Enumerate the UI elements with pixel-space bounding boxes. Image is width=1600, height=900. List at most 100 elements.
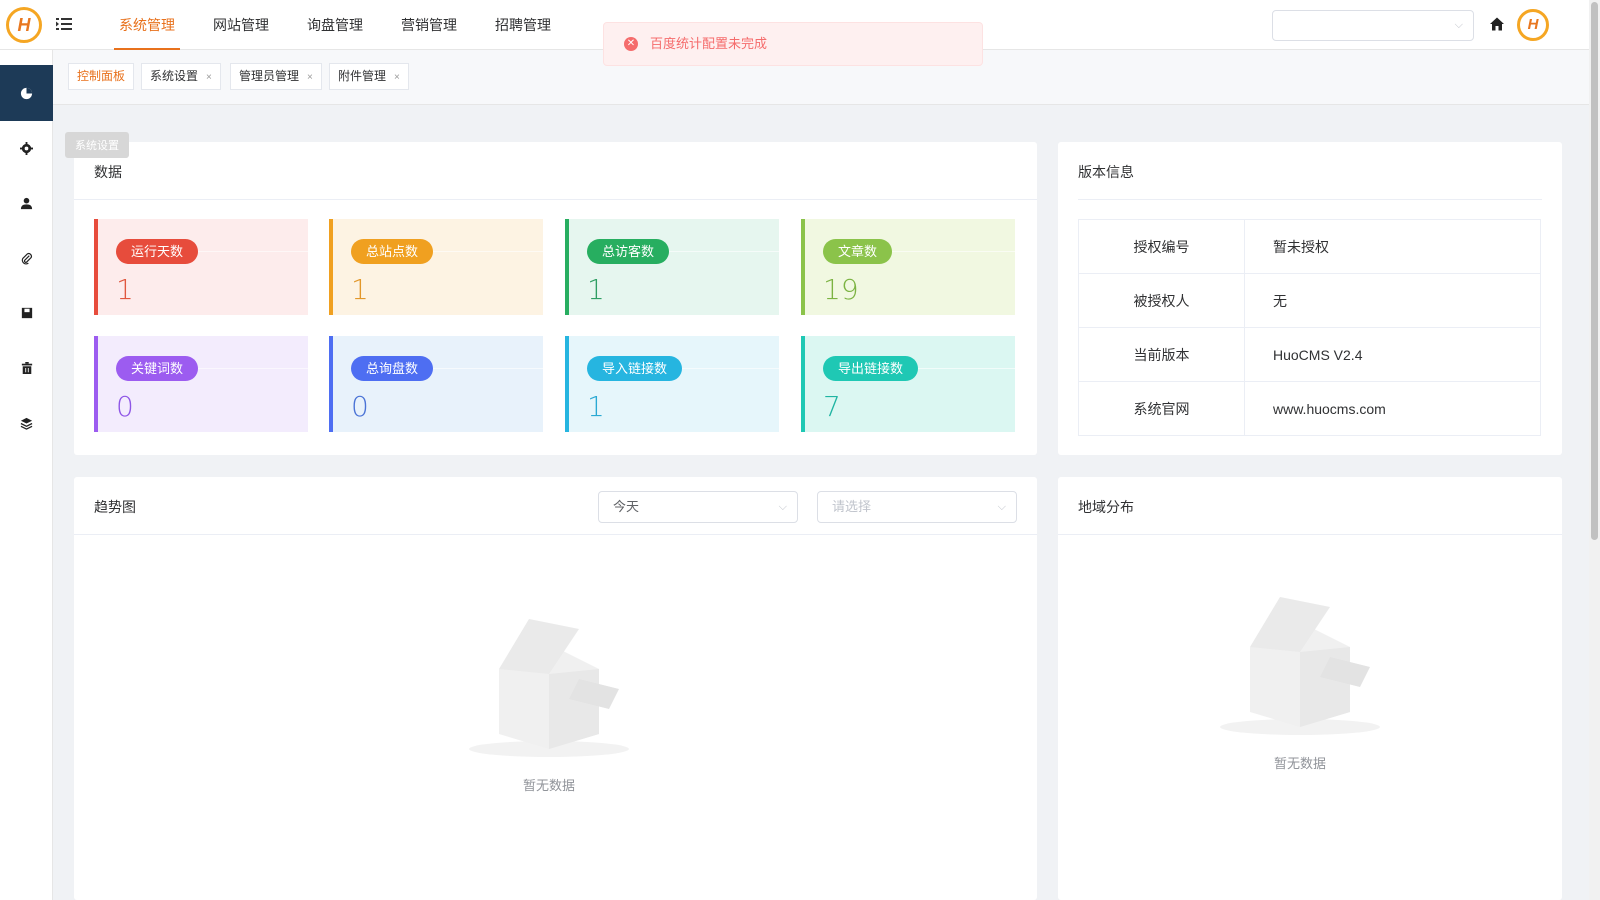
sidebar-item-modules[interactable]	[0, 395, 53, 451]
version-value: HuoCMS V2.4	[1244, 327, 1541, 382]
stat-label: 导入链接数	[587, 356, 683, 381]
sidebar-tooltip: 系统设置	[65, 132, 129, 158]
chevron-down-icon: ⌵	[1454, 19, 1463, 31]
version-value: 无	[1244, 273, 1541, 328]
divider	[1078, 199, 1542, 200]
scrollbar[interactable]	[1589, 0, 1600, 900]
tab-tag[interactable]: 控制面板	[68, 63, 135, 90]
stat-label: 总询盘数	[351, 356, 434, 381]
home-icon[interactable]	[1489, 16, 1505, 32]
chevron-down-icon: ⌵	[997, 501, 1006, 513]
table-row: 授权编号 暂未授权	[1078, 219, 1541, 274]
nav-item[interactable]: 系统管理	[100, 0, 194, 50]
period-select-value: 今天	[613, 499, 640, 514]
version-key: 授权编号	[1078, 219, 1245, 274]
version-panel-title: 版本信息	[1078, 164, 1134, 180]
stat-value: 0	[351, 390, 369, 423]
version-table: 授权编号 暂未授权 被授权人无当前版本 HuoCMS V2.4 系统官网 www.huoc…	[1078, 219, 1541, 436]
stat-value: 1	[587, 390, 605, 423]
tab-tag-label: 控制面板	[77, 69, 126, 83]
version-key: 当前版本	[1078, 327, 1245, 382]
tab-tag[interactable]: 附件管理 ×	[329, 63, 409, 90]
top-nav: 系统管理 网站管理 询盘管理 营销管理 招聘管理	[100, 0, 570, 50]
stat-label: 总站点数	[351, 239, 434, 264]
sidebar-item-backup[interactable]	[0, 285, 53, 341]
logo[interactable]: H	[6, 7, 42, 43]
version-key: 系统官网	[1078, 381, 1245, 436]
trash-icon	[21, 362, 32, 374]
nav-item[interactable]: 招聘管理	[476, 0, 570, 50]
close-icon[interactable]: ×	[307, 72, 313, 83]
tab-tag-label: 系统设置	[150, 69, 199, 83]
tab-tag[interactable]: 系统设置 ×	[141, 63, 221, 90]
sidebar-item-settings[interactable]	[0, 120, 53, 176]
tab-tag[interactable]: 管理员管理 ×	[230, 63, 322, 90]
stat-value: 1	[351, 273, 369, 306]
stat-value: 1	[116, 273, 134, 306]
tab-tag-label: 管理员管理	[239, 69, 300, 83]
stat-card: 文章数 19	[801, 219, 1015, 315]
paperclip-icon	[21, 252, 33, 264]
divider	[74, 534, 1037, 535]
period-select[interactable]: 今天 ⌵	[598, 491, 798, 523]
stat-card: 关键词数 0	[94, 336, 308, 432]
version-value: 暂未授权	[1244, 219, 1541, 274]
stat-label: 运行天数	[116, 239, 199, 264]
version-panel: 版本信息 授权编号 暂未授权 被授权人无当前版本 HuoCMS V2.4 系统官网 www…	[1058, 142, 1562, 455]
toast-message: 百度统计配置未完成	[650, 36, 768, 51]
sidebar-item-attachments[interactable]	[0, 230, 53, 286]
version-value: www.huocms.com	[1244, 381, 1541, 436]
table-row: 被授权人无	[1078, 273, 1541, 328]
stat-label: 文章数	[823, 239, 893, 264]
empty-box-icon	[469, 619, 629, 757]
chevron-down-icon: ⌵	[778, 501, 787, 513]
sidebar-item-recycle[interactable]	[0, 340, 53, 396]
nav-item[interactable]: 网站管理	[194, 0, 288, 50]
close-icon[interactable]: ×	[206, 72, 212, 83]
layers-icon	[20, 417, 33, 430]
stat-card: 总站点数 1	[329, 219, 543, 315]
tab-tag-label: 附件管理	[338, 69, 387, 83]
stat-card: 导出链接数 7	[801, 336, 1015, 432]
user-icon	[20, 197, 33, 209]
stat-card: 总询盘数 0	[329, 336, 543, 432]
site-select[interactable]: ⌵	[1272, 10, 1474, 41]
stat-label: 导出链接数	[823, 356, 919, 381]
stat-card: 总访客数 1	[565, 219, 779, 315]
nav-item[interactable]: 营销管理	[382, 0, 476, 50]
stat-value: 19	[823, 273, 859, 306]
site-filter-select[interactable]: 请选择 ⌵	[817, 491, 1017, 523]
trend-panel: 趋势图 今天 ⌵ 请选择 ⌵ 暂无数据	[74, 477, 1037, 900]
empty-text: 暂无数据	[1273, 756, 1326, 771]
region-panel-title: 地域分布	[1078, 499, 1134, 515]
divider	[74, 199, 1037, 200]
data-panel-title: 数据	[94, 164, 122, 180]
empty-text: 暂无数据	[522, 778, 575, 793]
stat-label: 总访客数	[587, 239, 670, 264]
empty-box-icon	[1220, 597, 1380, 735]
table-row: 系统官网 www.huocms.com	[1078, 381, 1541, 436]
dashboard-icon	[20, 87, 33, 99]
stat-card: 导入链接数 1	[565, 336, 779, 432]
close-icon[interactable]: ×	[394, 72, 400, 83]
avatar[interactable]: H	[1517, 9, 1549, 41]
site-filter-placeholder: 请选择	[832, 499, 872, 514]
menu-toggle-icon[interactable]	[55, 15, 73, 33]
error-toast: ✕ 百度统计配置未完成	[603, 22, 983, 66]
save-icon	[21, 307, 32, 319]
scrollbar-thumb[interactable]	[1591, 2, 1598, 540]
divider	[1058, 534, 1562, 535]
region-panel: 地域分布 暂无数据	[1058, 477, 1562, 900]
trend-panel-title: 趋势图	[94, 499, 136, 515]
gear-icon	[20, 141, 33, 155]
version-key: 被授权人	[1078, 273, 1245, 328]
sidebar-item-dashboard[interactable]	[0, 65, 53, 121]
error-icon: ✕	[624, 37, 638, 51]
stat-value: 7	[823, 390, 841, 423]
sidebar	[0, 50, 53, 900]
data-panel: 数据 运行天数 1 总站点数 1 总访客数 1 文章数 19 关键词数 0 总询盘数 0 导入链接数 1 导…	[74, 142, 1037, 455]
stat-card: 运行天数 1	[94, 219, 308, 315]
sidebar-item-users[interactable]	[0, 175, 53, 231]
stat-value: 1	[587, 273, 605, 306]
nav-item[interactable]: 询盘管理	[288, 0, 382, 50]
